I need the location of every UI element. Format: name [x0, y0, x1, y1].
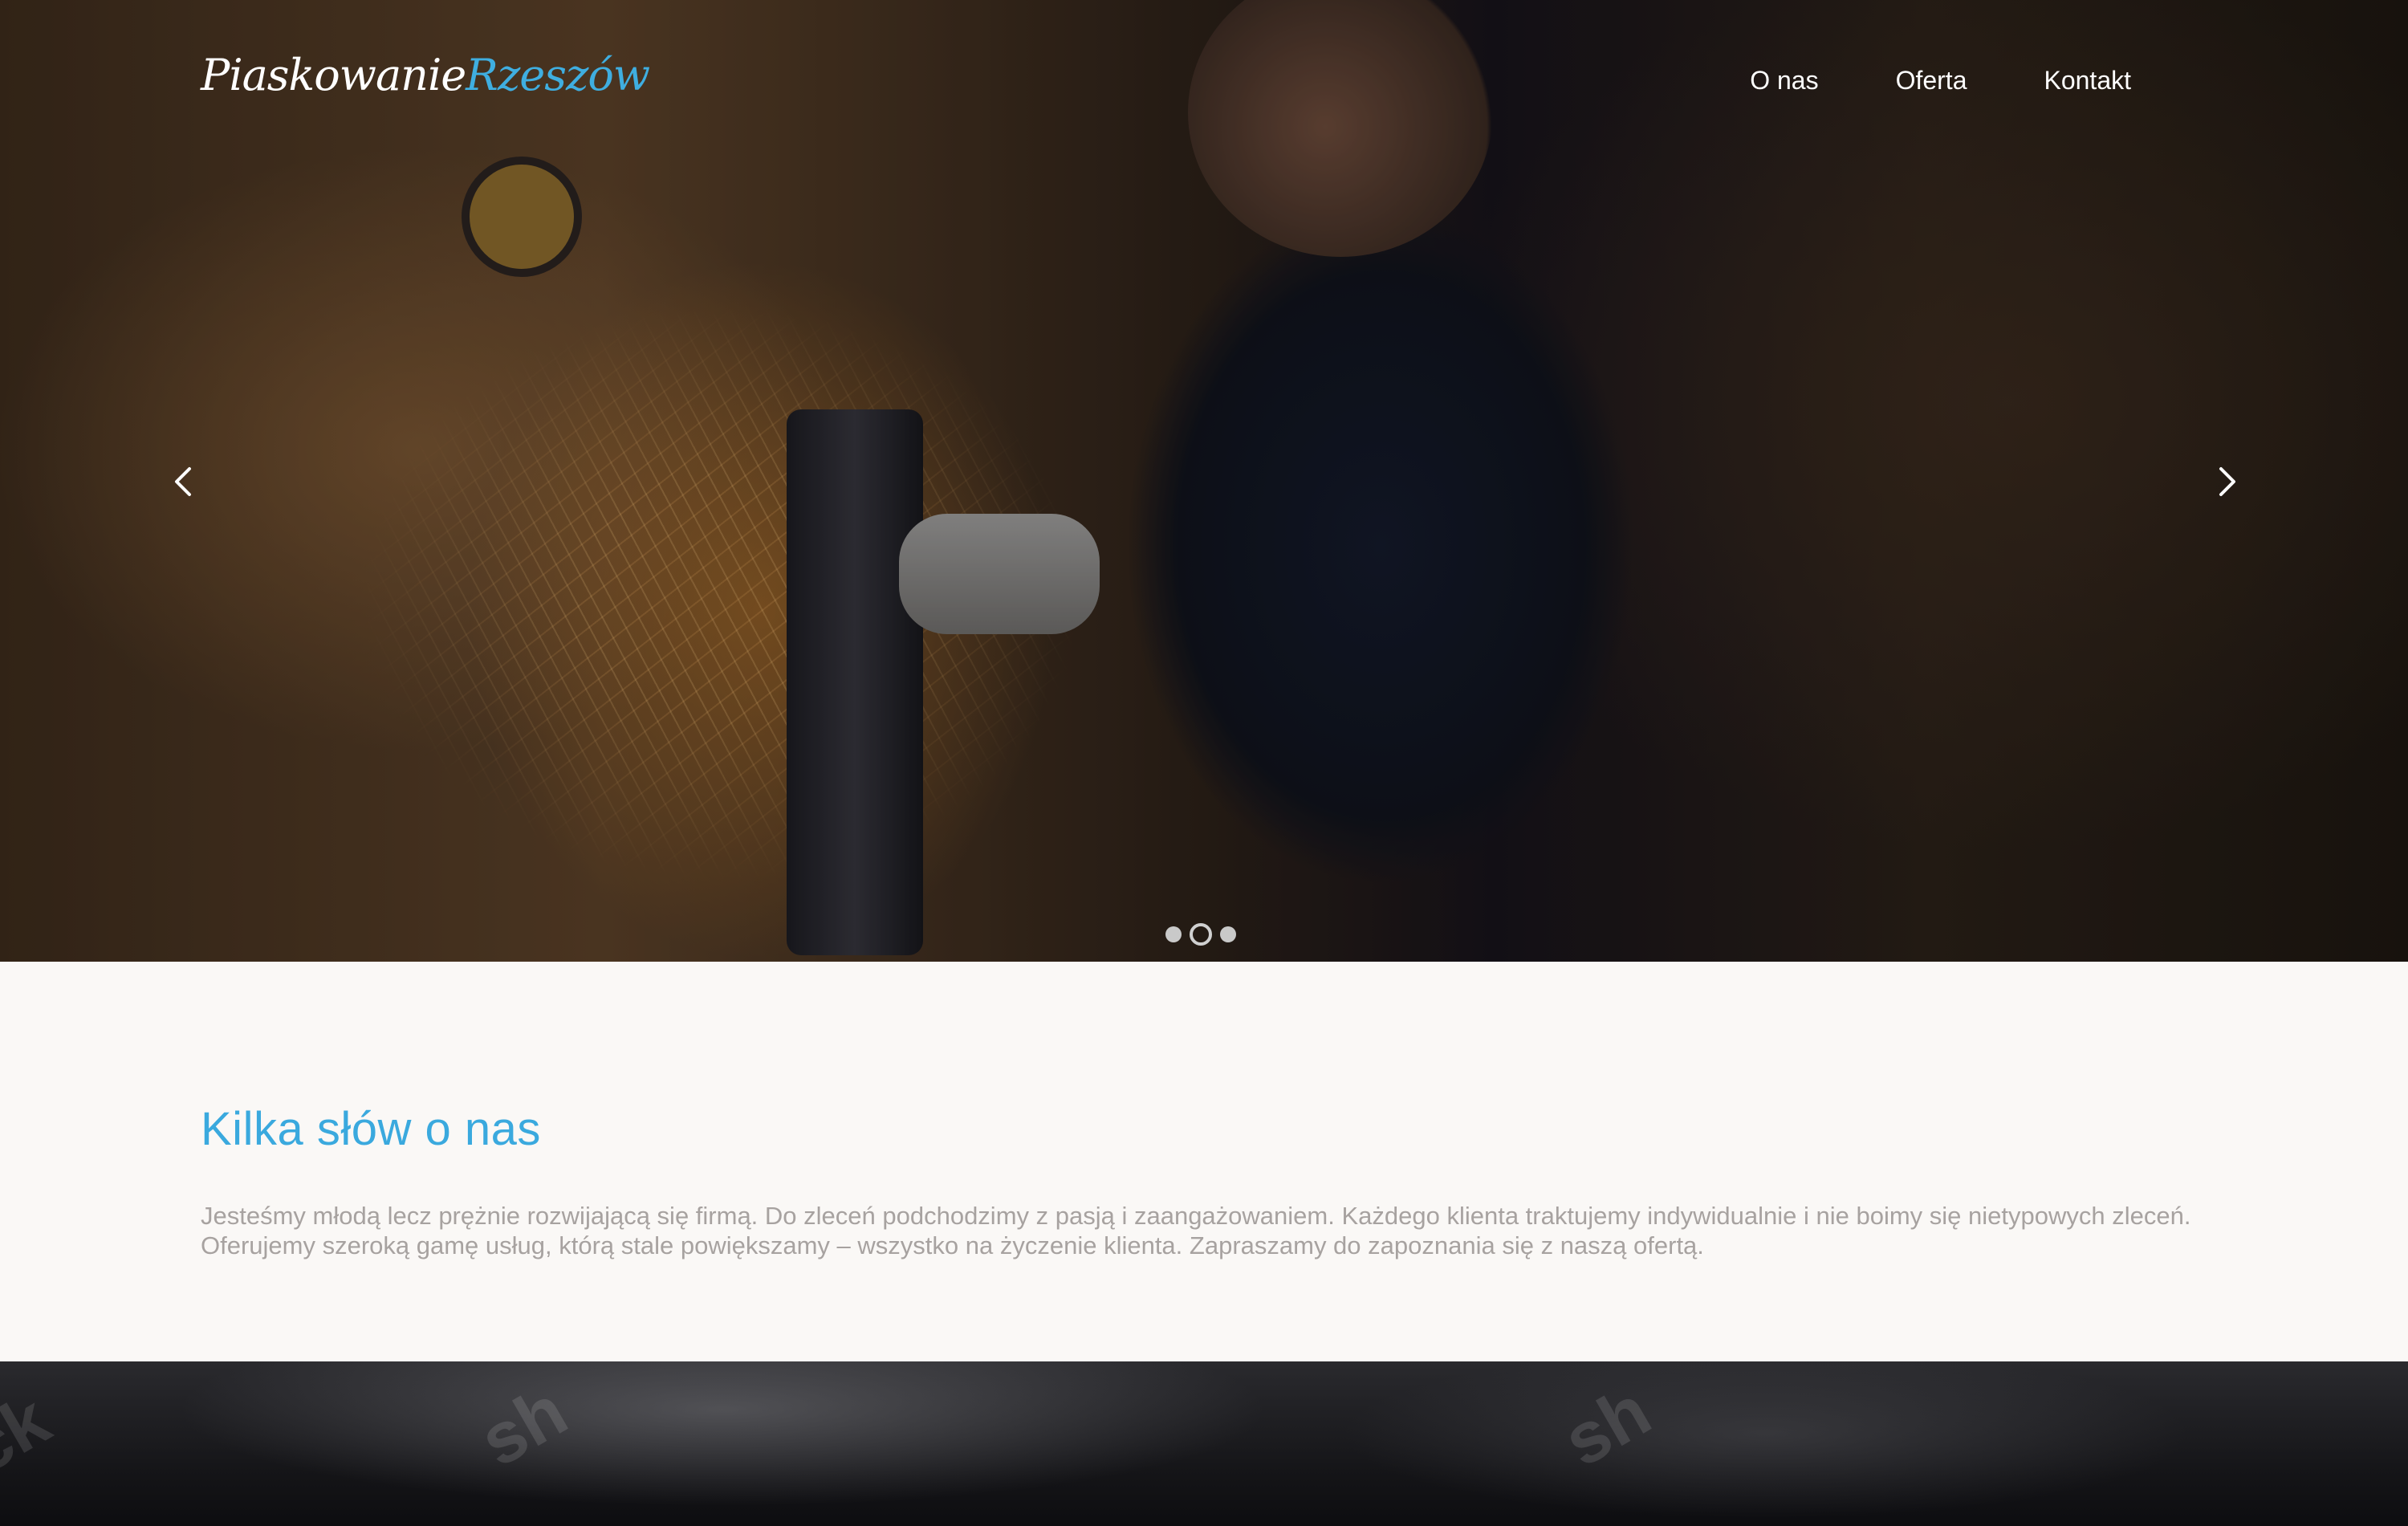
about-text: Jesteśmy młodą lecz prężnie rozwijającą … — [201, 1202, 2191, 1259]
nav-item-o-nas[interactable]: O nas — [1750, 66, 1818, 96]
chevron-right-icon — [2219, 467, 2235, 496]
about-title: Kilka słów o nas — [201, 1103, 541, 1155]
chevron-left-icon — [175, 467, 191, 496]
main-nav: O nas Oferta Kontakt — [1750, 66, 2131, 96]
logo-text-primary: Piaskowanie — [201, 50, 466, 100]
slider-prev-button[interactable] — [159, 458, 207, 506]
slider-pagination — [1165, 923, 1236, 946]
nav-item-kontakt[interactable]: Kontakt — [2044, 66, 2131, 96]
about-section: Kilka słów o nas Jesteśmy młodą lecz prę… — [0, 962, 2408, 1361]
logo-text-accent: Rzeszów — [466, 50, 650, 100]
watermark-left: ck — [0, 1379, 63, 1490]
slider-dot-2-active[interactable] — [1190, 923, 1212, 946]
slider-dot-1[interactable] — [1165, 926, 1182, 942]
watermark-right: sh — [1550, 1370, 1664, 1483]
slider-next-button[interactable] — [2203, 458, 2251, 506]
watermark-center: sh — [466, 1370, 580, 1483]
bottom-image-section: ck sh sh — [0, 1361, 2408, 1526]
logo[interactable]: PiaskowanieRzeszów — [201, 50, 650, 106]
nav-item-oferta[interactable]: Oferta — [1896, 66, 1967, 96]
slider-dot-3[interactable] — [1220, 926, 1236, 942]
hero-overlay — [0, 0, 2408, 962]
hero-slider: PiaskowanieRzeszów O nas Oferta Kontakt — [0, 0, 2408, 962]
